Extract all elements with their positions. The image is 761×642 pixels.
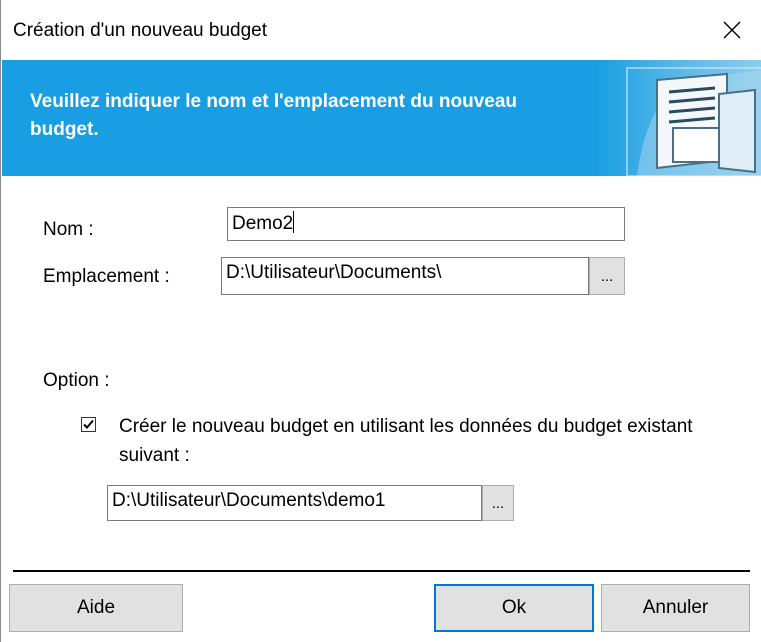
help-button[interactable]: Aide xyxy=(9,584,183,632)
name-field[interactable]: Demo2 xyxy=(227,207,625,241)
existing-budget-path-field[interactable]: D:\Utilisateur\Documents\demo1 xyxy=(107,485,482,521)
dialog-title: Création d'un nouveau budget xyxy=(13,20,267,41)
use-existing-checkbox[interactable] xyxy=(81,417,96,432)
name-value: Demo2 xyxy=(232,213,294,234)
create-budget-dialog: Création d'un nouveau budget Veuillez in… xyxy=(0,0,761,642)
ellipsis-icon: ... xyxy=(491,494,505,512)
footer-divider xyxy=(13,570,750,572)
location-field[interactable]: D:\Utilisateur\Documents\ xyxy=(221,257,589,295)
text-caret xyxy=(293,211,295,233)
title-bar: Création d'un nouveau budget xyxy=(1,0,761,60)
location-label: Emplacement : xyxy=(43,266,170,287)
header-banner: Veuillez indiquer le nom et l'emplacemen… xyxy=(2,60,761,176)
location-value: D:\Utilisateur\Documents\ xyxy=(226,262,442,283)
ok-button[interactable]: Ok xyxy=(434,584,594,632)
name-label: Nom : xyxy=(43,219,94,240)
cancel-button[interactable]: Annuler xyxy=(601,584,750,632)
document-icon xyxy=(597,60,761,176)
existing-budget-browse-button[interactable]: ... xyxy=(482,485,514,521)
existing-budget-path-value: D:\Utilisateur\Documents\demo1 xyxy=(112,490,386,511)
location-browse-button[interactable]: ... xyxy=(589,257,625,295)
close-button[interactable] xyxy=(702,6,761,54)
banner-instruction: Veuillez indiquer le nom et l'emplacemen… xyxy=(30,91,518,140)
checkmark-icon xyxy=(83,419,94,429)
option-label: Option : xyxy=(43,370,110,391)
close-icon xyxy=(723,21,741,39)
use-existing-label[interactable]: Créer le nouveau budget en utilisant les… xyxy=(119,412,719,470)
ellipsis-icon: ... xyxy=(600,267,614,285)
